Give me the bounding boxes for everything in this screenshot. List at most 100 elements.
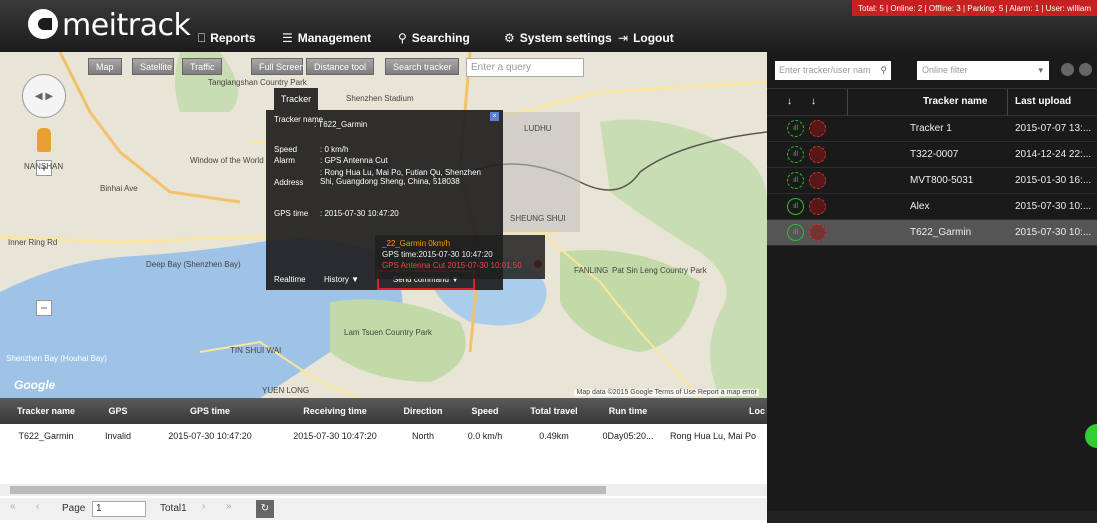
cell-total-travel: 0.49km	[539, 431, 569, 441]
page-label: Page	[62, 503, 86, 514]
google-logo: Google	[14, 378, 56, 392]
tracker-list-header: ↓ ↓ Tracker name Last upload	[767, 88, 1097, 116]
nav-searching-label: Searching	[411, 31, 470, 45]
tracker-name: Alex	[910, 201, 930, 212]
last-upload: 2015-07-07 13:...	[1015, 123, 1092, 134]
nav-reports-label: Reports	[210, 31, 256, 45]
chevron-down-icon: ▾	[1038, 65, 1043, 75]
tracker-search-placeholder: Enter tracker/user nam	[779, 65, 871, 75]
settings-icon[interactable]	[1079, 63, 1092, 76]
list-item-selected[interactable]: ıll T622_Garmin 2015-07-30 10:...	[767, 220, 1097, 246]
overlay-alarm: GPS Antenna Cut 2015-07-30 10:01:50	[382, 261, 522, 270]
refresh-icon[interactable]: ↻	[256, 500, 274, 518]
map-type-button[interactable]: Map	[88, 58, 122, 75]
clear-icon[interactable]	[1061, 63, 1074, 76]
col-location[interactable]: Loc	[666, 398, 767, 424]
page-number-input[interactable]: 1	[92, 501, 146, 517]
col-tracker-name[interactable]: Tracker name	[0, 398, 92, 424]
traffic-button[interactable]: Traffic	[182, 58, 222, 75]
pegman-icon[interactable]	[37, 128, 51, 152]
signal-icon: ıll	[787, 146, 804, 163]
map-view[interactable]: Map Satellite Traffic Full Screen Distan…	[0, 52, 767, 398]
map-label: YUEN LONG	[262, 386, 310, 395]
map-label: LUDHU	[524, 124, 552, 133]
tracker-name: T622_Garmin	[910, 227, 972, 238]
map-label: SHEUNG SHUI	[510, 214, 566, 223]
col-tracker-name[interactable]: Tracker name	[923, 96, 988, 107]
last-upload: 2015-07-30 10:...	[1015, 201, 1092, 212]
sort-signal-icon[interactable]: ↓	[787, 96, 792, 107]
last-upload: 2015-07-30 10:...	[1015, 227, 1092, 238]
next-page-icon[interactable]: ›	[202, 501, 205, 512]
gear-icon: ⚙	[504, 31, 515, 45]
satellite-button[interactable]: Satellite	[132, 58, 174, 75]
top-bar: meitrack ⎕ Reports ☰ Management ⚲ Searching…	[0, 0, 1097, 52]
overlay-name: _22_Garmin 0km/h	[382, 239, 451, 248]
search-tracker-button[interactable]: Search tracker	[385, 58, 459, 75]
map-label: Inner Ring Rd	[8, 238, 58, 247]
prev-page-icon[interactable]: ‹	[36, 501, 39, 512]
close-icon[interactable]: ×	[490, 112, 499, 121]
cell-receiving-time: 2015-07-30 10:47:20	[293, 431, 377, 441]
tracker-detail-grid: Tracker name GPS GPS time Receiving time…	[0, 398, 767, 522]
full-screen-button[interactable]: Full Screen	[251, 58, 305, 75]
col-gps-time[interactable]: GPS time	[144, 398, 276, 424]
sort-gps-icon[interactable]: ↓	[811, 96, 816, 107]
realtime-link[interactable]: Realtime	[274, 275, 306, 284]
map-label: FANLING	[574, 266, 609, 275]
last-page-icon[interactable]: »	[226, 501, 232, 512]
popup-value: : GPS Antenna Cut	[320, 156, 388, 165]
horizontal-scrollbar[interactable]	[767, 511, 1097, 523]
scroll-thumb[interactable]	[10, 486, 606, 494]
first-page-icon[interactable]: «	[10, 501, 16, 512]
popup-row-speed: Speed: 0 km/h	[274, 145, 495, 154]
col-direction[interactable]: Direction	[394, 398, 452, 424]
map-query-input[interactable]: Enter a query	[466, 58, 584, 77]
zoom-out-button[interactable]: −	[36, 300, 52, 316]
signal-icon: ıll	[787, 120, 804, 137]
search-icon[interactable]: ⚲	[880, 61, 887, 80]
col-run-time[interactable]: Run time	[590, 398, 666, 424]
logo-text: meitrack	[62, 8, 191, 43]
history-dropdown[interactable]: History ▼	[324, 275, 359, 284]
map-attribution[interactable]: Map data ©2015 Google Terms of Use Repor…	[574, 389, 759, 396]
table-row[interactable]: T622_Garmin Invalid 2015-07-30 10:47:20 …	[0, 424, 767, 448]
col-total-travel[interactable]: Total travel	[518, 398, 590, 424]
col-speed[interactable]: Speed	[452, 398, 518, 424]
side-handle[interactable]	[1085, 424, 1097, 448]
nav-system-settings[interactable]: ⚙ System settings	[504, 31, 612, 45]
list-item[interactable]: ıll MVT800-5031 2015-01-30 16:...	[767, 168, 1097, 194]
status-summary[interactable]: Total: 5 | Online: 2 | Offline: 3 | Park…	[852, 0, 1097, 16]
popup-value: : 0 km/h	[320, 145, 349, 154]
horizontal-scrollbar[interactable]	[0, 484, 767, 496]
col-receiving-time[interactable]: Receiving time	[276, 398, 394, 424]
map-label: Deep Bay (Shenzhen Bay)	[146, 260, 241, 269]
nav-logout[interactable]: ⇥ Logout	[618, 31, 674, 45]
online-filter-placeholder: Online filter	[922, 65, 968, 75]
map-label: Window of the World	[190, 156, 264, 165]
online-filter-select[interactable]: Online filter ▾	[917, 61, 1049, 80]
list-item[interactable]: ıll T322-0007 2014-12-24 22:...	[767, 142, 1097, 168]
divider	[847, 89, 848, 116]
list-item[interactable]: ıll Alex 2015-07-30 10:...	[767, 194, 1097, 220]
map-label: Lam Tsuen Country Park	[344, 328, 432, 337]
distance-tool-button[interactable]: Distance tool	[306, 58, 374, 75]
col-last-upload[interactable]: Last upload	[1015, 96, 1071, 107]
pagination-bar: « ‹ Page 1 Total1 › » ↻	[0, 498, 767, 520]
nav-reports[interactable]: ⎕ Reports	[198, 31, 256, 46]
popup-tab[interactable]: Tracker	[274, 88, 318, 110]
popup-row-alarm: Alarm: GPS Antenna Cut	[274, 156, 495, 165]
signal-icon: ıll	[787, 198, 804, 215]
col-gps[interactable]: GPS	[92, 398, 144, 424]
list-item[interactable]: ıll Tracker 1 2015-07-07 13:...	[767, 116, 1097, 142]
map-label: NANSHAN	[24, 162, 64, 171]
nav-management[interactable]: ☰ Management	[282, 31, 371, 45]
nav-searching[interactable]: ⚲ Searching	[398, 31, 470, 45]
signal-icon: ıll	[787, 224, 804, 241]
gps-icon	[809, 224, 826, 241]
tracker-search-input[interactable]: Enter tracker/user nam ⚲	[775, 61, 891, 80]
tracker-name: T322-0007	[910, 149, 959, 160]
pan-control[interactable]: ◀ ▶	[22, 74, 66, 118]
popup-row-address: Address: Rong Hua Lu, Mai Po, Futian Qu,…	[274, 168, 504, 198]
popup-value: : Rong Hua Lu, Mai Po, Futian Qu, Shenzh…	[320, 168, 481, 186]
